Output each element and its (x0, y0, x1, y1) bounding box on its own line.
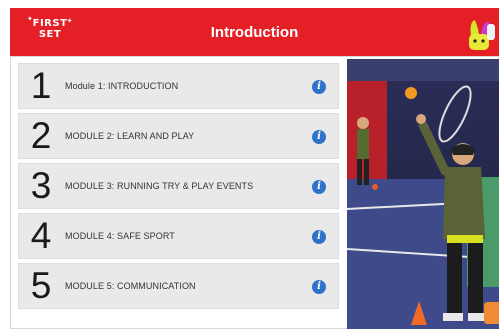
info-icon[interactable]: i (312, 180, 326, 194)
module-label: MODULE 4: SAFE SPORT (65, 231, 175, 241)
expand-button[interactable] (484, 302, 499, 324)
module-number: 2 (30, 115, 52, 156)
app-header: ✦ ✦ FIRST SET Introduction (10, 8, 499, 56)
module-row-3[interactable]: 3 MODULE 3: RUNNING TRY & PLAY EVENTS i (18, 163, 339, 209)
module-row-2[interactable]: 2 MODULE 2: LEARN AND PLAY i (18, 113, 339, 159)
info-icon[interactable]: i (312, 280, 326, 294)
module-label: MODULE 5: COMMUNICATION (65, 281, 196, 291)
tennis-kid-photo (347, 59, 499, 329)
module-row-5[interactable]: 5 MODULE 5: COMMUNICATION i (18, 263, 339, 309)
module-number: 3 (30, 165, 52, 206)
info-icon[interactable]: i (312, 80, 326, 94)
info-icon[interactable]: i (312, 230, 326, 244)
logo-line-2: SET (38, 29, 62, 40)
photo-illustration (347, 59, 499, 329)
module-panel: 1 Module 1: INTRODUCTION i 2 MODULE 2: L… (10, 56, 499, 329)
module-number: 5 (30, 265, 52, 306)
module-number: 4 (30, 215, 52, 256)
module-label: MODULE 3: RUNNING TRY & PLAY EVENTS (65, 181, 254, 191)
info-icon[interactable]: i (312, 130, 326, 144)
module-row-1[interactable]: 1 Module 1: INTRODUCTION i (18, 63, 339, 109)
module-number: 1 (30, 65, 52, 106)
page-title: Introduction (210, 23, 299, 41)
first-set-logo: ✦ ✦ FIRST SET (24, 13, 76, 53)
tennis-ball-mascot-icon (469, 20, 495, 50)
module-list: 1 Module 1: INTRODUCTION i 2 MODULE 2: L… (18, 63, 339, 313)
module-label: MODULE 2: LEARN AND PLAY (65, 131, 195, 141)
module-row-4[interactable]: 4 MODULE 4: SAFE SPORT i (18, 213, 339, 259)
module-label: Module 1: INTRODUCTION (65, 81, 179, 91)
